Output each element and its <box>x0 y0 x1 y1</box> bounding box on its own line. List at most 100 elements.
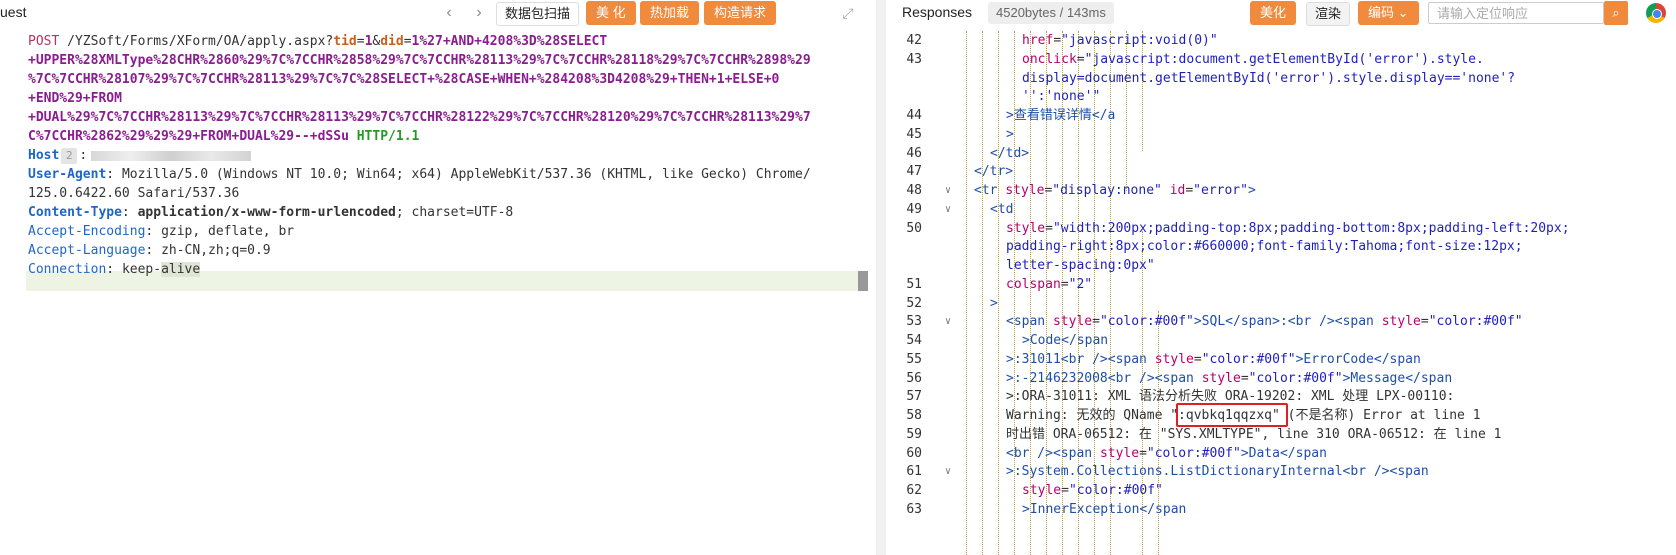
chevron-down-icon[interactable]: ∨ <box>942 181 954 201</box>
line-number: 51 <box>906 276 922 292</box>
attr-name: colspan <box>1006 276 1061 292</box>
code-line-59: 时出错 ORA-06512: 在 "SYS.XMLTYPE", line 310… <box>1006 426 1502 442</box>
search-icon[interactable]: ⌕ <box>1604 1 1628 25</box>
line-number: 57 <box>906 389 922 405</box>
param-eq: = <box>403 34 412 49</box>
code-line-54: >Code</span <box>1022 333 1109 348</box>
code-line-44: >查看错误详情</a <box>1006 108 1116 123</box>
response-title: Responses <box>902 4 973 20</box>
code-text: Warning: 无效的 QName <box>1006 408 1171 423</box>
code-line-43-cont: display=document.getElementById('error')… <box>1022 70 1516 86</box>
code-line-46: </td> <box>990 145 1030 161</box>
chevron-left-icon[interactable]: ‹ <box>440 3 458 23</box>
line-number: 62 <box>906 483 922 498</box>
chevron-down-icon[interactable]: ∨ <box>942 462 954 482</box>
tag-name: >:System.Collections.ListDictionaryInter… <box>1006 464 1390 480</box>
chevron-down-icon[interactable]: ∨ <box>942 312 954 332</box>
attr-value: "color:#00f" <box>1248 370 1343 386</box>
header-value: alive <box>161 262 201 277</box>
code-line-42: href="javascript:void(0)" <box>1022 31 1218 51</box>
payload-line: +UPPER%28XMLType%28CHR%2860%29%7C%7CCHR%… <box>28 53 811 68</box>
line-number: 47 <box>906 164 922 180</box>
attr-name: style <box>1052 314 1093 330</box>
attr-value: "color:#00f" <box>1099 314 1194 330</box>
tag-name: >:-2146232008<br /> <box>1006 370 1155 386</box>
beautify-button[interactable]: 美 化 <box>586 1 636 25</box>
header-accept-encoding: Accept-Encoding: gzip, deflate, br <box>28 224 295 239</box>
payload-line: +END%29+FROM <box>28 91 122 106</box>
line-number: 43 <box>906 51 922 67</box>
line-number: 48 <box>906 183 922 198</box>
request-panel: uest ‹ › 数据包扫描 美 化 热加载 构造请求 ⤢ POST /YZSo… <box>0 0 876 555</box>
tag-name: <span <box>1006 314 1046 330</box>
code-line-49: <td <box>990 201 1014 217</box>
line-number: 50 <box>906 220 922 236</box>
chevron-right-icon[interactable]: › <box>470 3 488 23</box>
encoding-dropdown[interactable]: 编码 ⌄ <box>1358 1 1419 25</box>
code-line-61: >:System.Collections.ListDictionaryInter… <box>1006 462 1429 482</box>
response-panel: Responses 4520bytes / 143ms 美化 渲染 编码 ⌄ 请… <box>886 0 1676 555</box>
hot-load-button[interactable]: 热加载 <box>640 1 700 25</box>
line-number: 49 <box>906 201 922 217</box>
encoding-label: 编码 <box>1368 5 1395 20</box>
attr-value: "color:#00f" <box>1201 351 1296 367</box>
code-text: = <box>1076 51 1085 67</box>
header-name: Host <box>28 148 60 163</box>
header-host: Host 2: <box>28 146 252 166</box>
render-button[interactable]: 渲染 <box>1306 2 1351 26</box>
code-line-60: <br /><span style="color:#00f">Data</spa… <box>1006 445 1327 461</box>
tag-name: <span <box>1154 370 1194 386</box>
attr-value: "javascript:void(0)" <box>1061 33 1218 48</box>
http-method: POST <box>28 34 60 49</box>
header-value: zh-CN,zh;q=0.9 <box>161 243 271 258</box>
attr-value: "color:#00f" <box>1068 483 1163 498</box>
line-number: 52 <box>906 295 922 311</box>
request-editor[interactable]: POST /YZSoft/Forms/XForm/OA/apply.aspx?t… <box>0 32 862 555</box>
code-line-52: > <box>990 295 998 311</box>
line-number: 42 <box>906 33 922 48</box>
header-name: Content-Type <box>28 205 122 220</box>
scrollbar-marker[interactable] <box>858 271 868 291</box>
attr-value: "error" <box>1193 183 1248 198</box>
host-count-badge: 2 <box>61 147 78 164</box>
payload-line: %7C%7CCHR%28107%29%7C%7CCHR%28113%29%7C%… <box>28 72 780 87</box>
param-key: did <box>380 34 404 49</box>
header-value: keep- <box>121 262 162 277</box>
chevron-down-icon[interactable]: ∨ <box>942 200 954 220</box>
panel-divider[interactable] <box>876 0 886 555</box>
chrome-icon[interactable] <box>1646 3 1666 23</box>
expand-icon[interactable]: ⤢ <box>838 3 858 23</box>
header-name: Accept-Encoding <box>28 224 146 239</box>
locate-response-input[interactable]: 请输入定位响应 <box>1428 2 1604 24</box>
line-number: 54 <box>906 333 922 348</box>
code-line-43: onclick="javascript:document.getElementB… <box>1022 50 1484 70</box>
attr-name: id <box>1169 183 1186 198</box>
header-value: gzip, deflate, br <box>161 224 295 239</box>
highlight-box <box>1176 403 1288 427</box>
code-line-43-cont: '':'none'" <box>1022 89 1101 105</box>
attr-name: style <box>1099 445 1140 461</box>
indent-guide <box>982 31 983 555</box>
attr-name: style <box>1005 183 1045 198</box>
indent-guide <box>966 31 967 555</box>
header-name: Connection <box>28 262 107 277</box>
tag-name: <span <box>1052 445 1093 461</box>
construct-request-button[interactable]: 构造请求 <box>704 1 777 25</box>
line-number: 59 <box>906 426 922 442</box>
line-number: 63 <box>906 501 922 517</box>
attr-name: style <box>1381 314 1421 330</box>
code-line-62: style="color:#00f" <box>1022 483 1163 498</box>
packet-scan-button[interactable]: 数据包扫描 <box>496 2 580 26</box>
header-value: ; charset=UTF-8 <box>395 205 514 220</box>
response-beautify-button[interactable]: 美化 <box>1250 1 1297 25</box>
header-value: Mozilla/5.0 (Windows NT 10.0; Win64; x64… <box>121 167 811 182</box>
code-line-50: style="width:200px;padding-top:8px;paddi… <box>1006 220 1570 236</box>
response-toolbar: Responses 4520bytes / 143ms 美化 渲染 编码 ⌄ 请… <box>886 0 1676 28</box>
response-code-view[interactable]: 42 43 44 45 46 47 48 49 50 51 52 53 54 5… <box>886 31 1676 555</box>
header-user-agent: User-Agent: Mozilla/5.0 (Windows NT 10.0… <box>28 167 811 182</box>
header-value: application/x-www-form-urlencoded <box>137 205 396 220</box>
attr-value: "width:200px;padding-top:8px;padding-bot… <box>1052 220 1570 236</box>
tag-name: >Message</span <box>1342 370 1453 386</box>
attr-value: "javascript:document.getElementById('err… <box>1084 51 1484 67</box>
attr-value: "2" <box>1068 276 1093 292</box>
